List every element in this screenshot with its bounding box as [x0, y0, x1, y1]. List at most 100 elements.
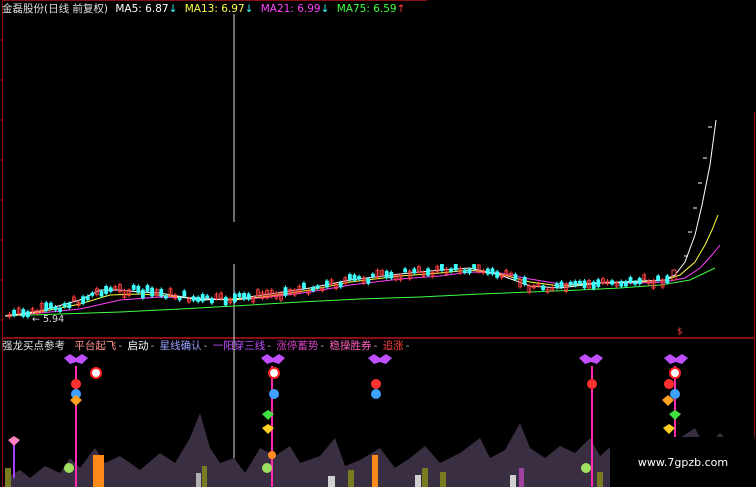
blue-ball-icon	[371, 389, 381, 399]
candle-body	[200, 294, 205, 302]
candle-body	[665, 275, 670, 284]
candle-body	[301, 282, 306, 289]
candle-body	[568, 281, 573, 286]
ma21-arrow-icon: ↓	[320, 3, 330, 15]
candle-body	[522, 276, 527, 285]
green-gem-icon	[669, 410, 681, 420]
red-cross-icon	[90, 367, 102, 379]
candle-body	[283, 287, 288, 296]
low-price-label: ← 5.94	[32, 314, 65, 325]
bat-icon	[368, 354, 392, 364]
candle-body	[573, 281, 578, 286]
candle-body	[449, 268, 454, 272]
candle-body	[462, 269, 467, 274]
red-ball-icon	[371, 379, 381, 389]
candle-body	[315, 285, 320, 289]
candle-body	[21, 309, 26, 317]
red-ball-icon	[71, 379, 81, 389]
candle-body	[541, 285, 545, 291]
candle-body	[357, 276, 362, 280]
candle-body	[624, 281, 628, 287]
candle-body	[159, 288, 164, 297]
stock-title: 金磊股份(日线 前复权)	[2, 3, 109, 15]
ma75-value: MA75: 6.59	[336, 3, 397, 15]
indicator-legend: 强龙买点参考 平台起飞 - 启动 - 星线确认 - 一阳穿三线 - 涨停蓄势 - 稳操胜券…	[2, 340, 410, 352]
ma5-line	[4, 119, 717, 317]
candle-body	[610, 280, 614, 285]
candle-body	[44, 302, 49, 311]
ma13-arrow-icon: ↓	[244, 3, 254, 15]
candle-body	[53, 306, 58, 311]
bat-icon	[64, 354, 88, 364]
bat-icon	[261, 354, 285, 364]
candle-body	[352, 274, 357, 281]
candle-body	[163, 295, 168, 299]
legend-item-1: 启动	[127, 340, 149, 352]
candle-body	[389, 271, 394, 279]
apple-icon	[64, 463, 74, 473]
candle-body	[99, 290, 104, 297]
candle-body	[58, 307, 62, 312]
apple-icon	[262, 463, 272, 473]
candle-body	[578, 280, 582, 285]
candle-body	[136, 285, 141, 293]
candle-body	[513, 274, 518, 280]
candle-body	[439, 263, 444, 271]
candle-body	[656, 275, 660, 281]
candle-body	[403, 268, 408, 273]
bat-icon	[664, 354, 688, 364]
candle-body	[81, 296, 85, 304]
ma75-arrow-icon: ↑	[396, 3, 406, 15]
red-ball-icon	[664, 379, 674, 389]
candle-body	[49, 302, 53, 309]
candle-body	[555, 283, 559, 289]
candle-body	[104, 286, 108, 294]
candle-body	[596, 279, 601, 287]
right-price-marks	[684, 126, 712, 257]
candle-body	[140, 289, 145, 299]
candle-body	[472, 264, 477, 270]
candle-body	[67, 303, 72, 308]
candle-body	[366, 278, 371, 284]
candle-body	[426, 268, 431, 276]
watermark: www.7gpzb.com	[610, 437, 756, 487]
candle-body	[145, 285, 150, 292]
candle-body	[637, 278, 642, 285]
candle-body	[338, 282, 343, 288]
ma5-arrow-icon: ↓	[168, 3, 178, 15]
candle-body	[90, 292, 95, 296]
legend-item-2: 星线确认	[159, 340, 202, 352]
candle-body	[191, 296, 196, 301]
candle-body	[311, 287, 316, 292]
pink-gem-icon	[8, 436, 20, 446]
candle-body	[490, 268, 495, 275]
candle-body	[370, 273, 375, 277]
candle-body	[495, 271, 500, 278]
candle-body	[619, 281, 624, 287]
candle-body	[467, 269, 472, 274]
price-chart-panel[interactable]: $ 金磊股份(日线 前复权) MA5: 6.87↓ MA13: 6.97↓ MA…	[0, 0, 756, 338]
redacted-area-top	[427, 0, 756, 112]
blue-ball-icon	[670, 389, 680, 399]
candle-body	[246, 293, 251, 300]
candle-body	[196, 296, 201, 302]
candle-body	[85, 296, 90, 301]
legend-item-6: 追涨	[382, 340, 404, 352]
candle-body	[633, 281, 637, 285]
candle-body	[177, 297, 182, 301]
ma5-value: MA5: 6.87	[115, 3, 169, 15]
candle-body	[223, 297, 228, 306]
ma-header: 金磊股份(日线 前复权) MA5: 6.87↓ MA13: 6.97↓ MA21…	[2, 1, 409, 16]
candle-body	[12, 309, 17, 316]
candle-body	[25, 311, 30, 318]
redacted-area-middle	[200, 222, 554, 264]
legend-item-0: 平台起飞	[74, 340, 117, 352]
legend-item-5: 稳操胜券	[329, 340, 372, 352]
indicator-title: 强龙买点参考	[2, 340, 65, 352]
candle-body	[232, 293, 237, 302]
candle-body	[150, 287, 155, 297]
candle-body	[485, 268, 490, 275]
apple-icon	[581, 463, 591, 473]
candle-body	[62, 303, 67, 307]
candle-body	[131, 284, 136, 290]
